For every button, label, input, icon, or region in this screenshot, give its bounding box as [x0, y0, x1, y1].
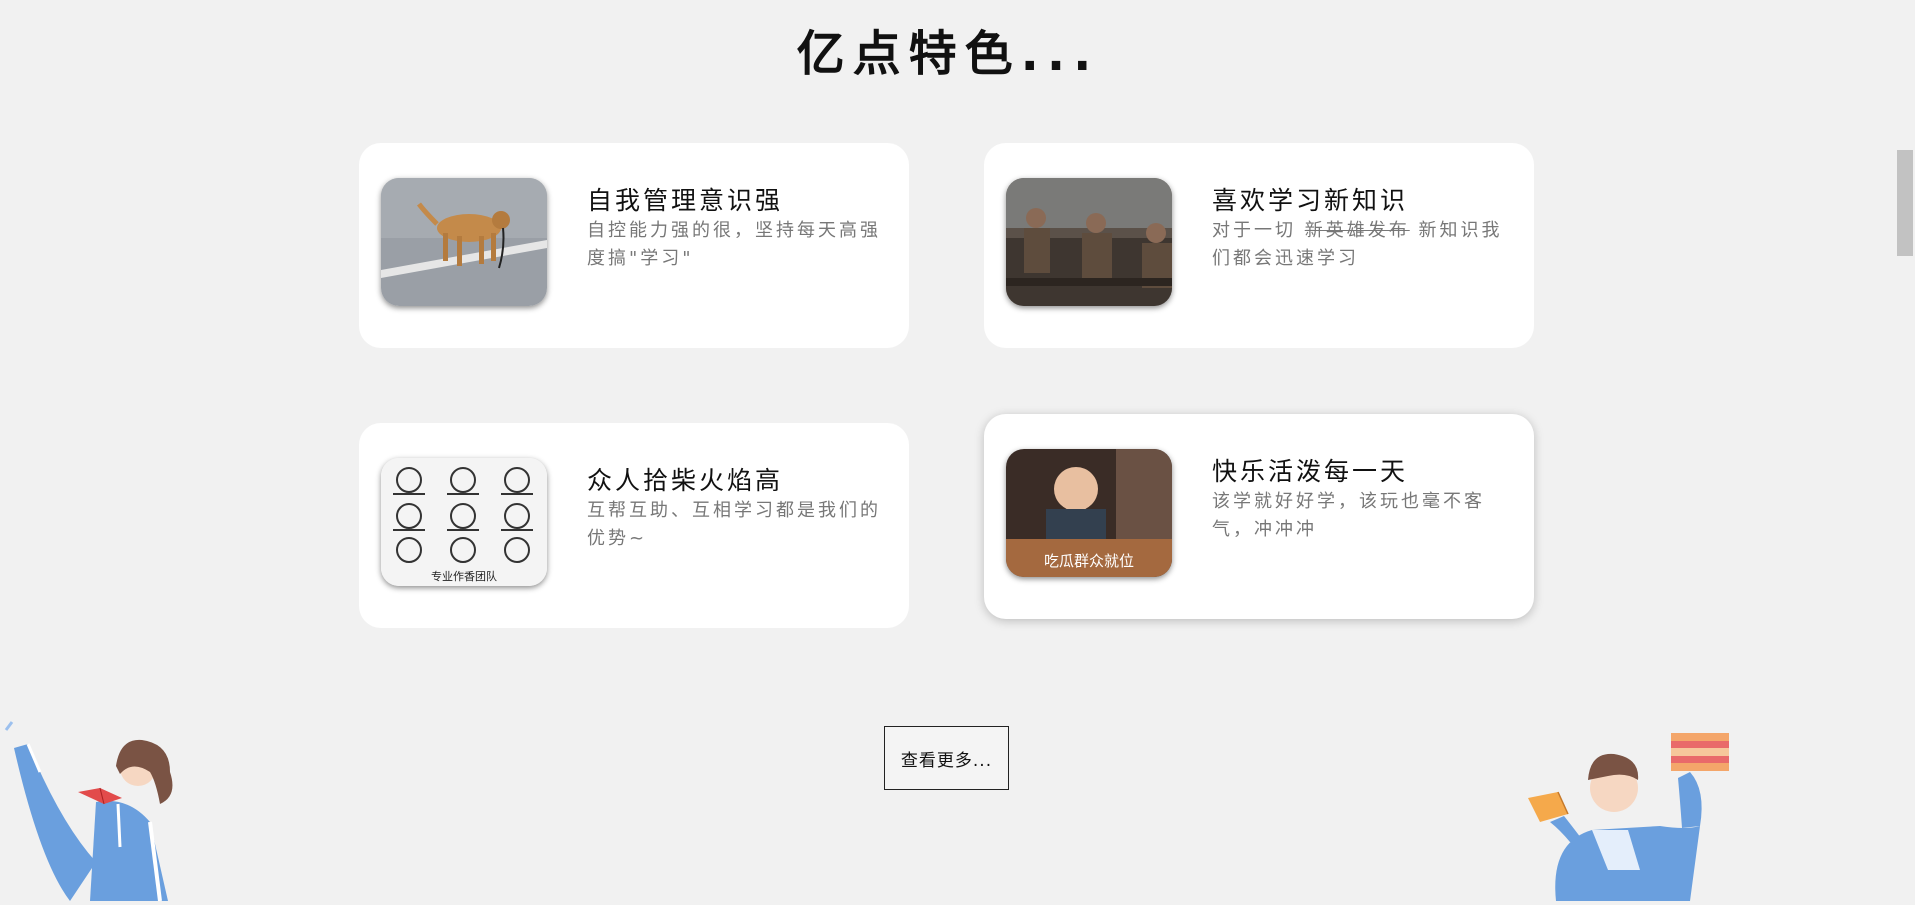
feature-card-happy[interactable]: 吃瓜群众就位 快乐活泼每一天 该学就好好学，该玩也毫不客气，冲冲冲 — [984, 414, 1534, 619]
card-description: 自控能力强的很，坚持每天高强度搞"学习" — [587, 220, 881, 269]
card-title: 众人拾柴火焰高 — [587, 466, 784, 495]
vertical-scrollbar[interactable] — [1896, 0, 1915, 901]
card-title: 自我管理意识强 — [587, 186, 784, 215]
dog-walking-itself-image — [381, 178, 547, 306]
image-caption: 吃瓜群众就位 — [1044, 552, 1134, 570]
page-title: 亿点特色... — [796, 26, 1100, 82]
feature-card-teamwork[interactable]: 专业作香团队 众人拾柴火焰高 互帮互助、互相学习都是我们的优势~ — [359, 423, 909, 628]
soldiers-sitting-image — [1006, 178, 1172, 306]
see-more-button[interactable]: 查看更多... — [884, 726, 1009, 790]
card-description: 对于一切 新英雄发布 新知识我们都会迅速学习 — [1212, 217, 1512, 273]
feature-card-self-management[interactable]: 自我管理意识强 自控能力强的很，坚持每天高强度搞"学习" — [359, 143, 909, 348]
scrollbar-thumb[interactable] — [1897, 150, 1913, 256]
card-description: 该学就好好学，该玩也毫不客气，冲冲冲 — [1212, 491, 1485, 540]
feature-card-learning[interactable]: 喜欢学习新知识 对于一切 新英雄发布 新知识我们都会迅速学习 — [984, 143, 1534, 348]
student-boy-books-illustration — [1510, 730, 1730, 901]
card-title: 快乐活泼每一天 — [1212, 457, 1409, 486]
student-girl-reading-illustration — [0, 712, 200, 902]
card-description: 互帮互助、互相学习都是我们的优势~ — [587, 500, 881, 549]
laughing-child-image: 吃瓜群众就位 — [1006, 449, 1172, 577]
desc-strikethrough: 新英雄发布 — [1304, 220, 1410, 241]
desc-prefix: 对于一切 — [1212, 220, 1305, 241]
image-caption: 专业作香团队 — [431, 569, 497, 583]
meme-sketch-grid-image: 专业作香团队 — [381, 458, 547, 586]
card-title: 喜欢学习新知识 — [1212, 186, 1409, 215]
